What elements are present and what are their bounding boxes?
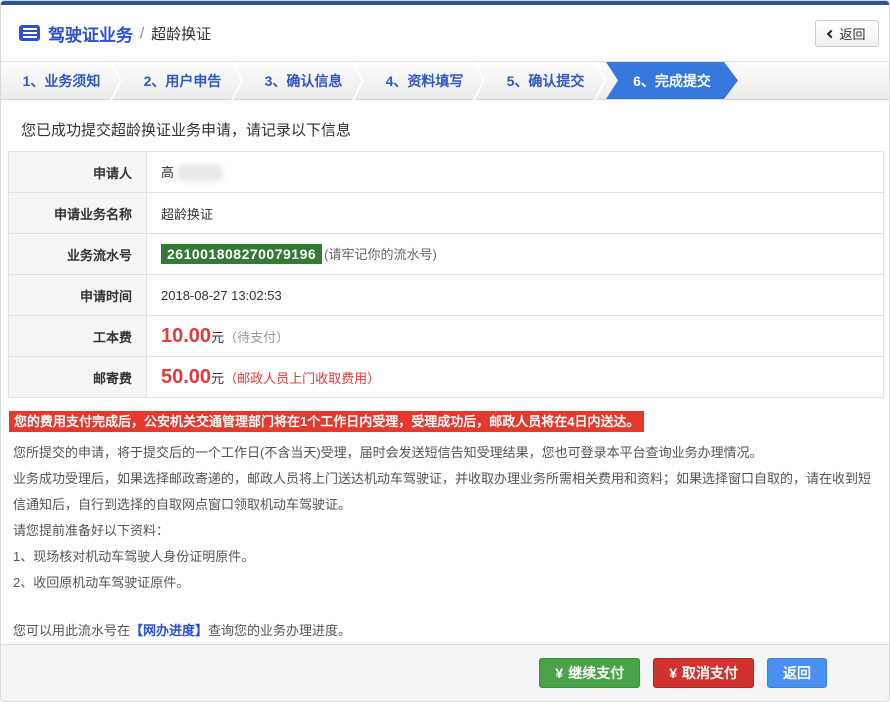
notice-paragraph-2: 业务成功受理后，如果选择邮政寄递的，邮政人员将上门送达机动车驾驶证，并收取办理业… bbox=[13, 466, 877, 518]
step-label: 1、业务须知 bbox=[23, 71, 101, 91]
notice-paragraph-1: 您所提交的申请，将于提交后的一个工作日(不含当天)受理，届时会发送短信告知受理结… bbox=[13, 440, 877, 466]
yen-icon: ¥ bbox=[555, 665, 563, 681]
back-button-top-label: 返回 bbox=[839, 24, 865, 43]
postage-fee-note: （邮政人员上门收取费用） bbox=[224, 371, 380, 386]
apply-time-label: 申请时间 bbox=[9, 275, 147, 316]
step-2-user-declaration: 2、用户申告 bbox=[122, 62, 243, 99]
table-row-production-fee: 工本费 10.00元（待支付） bbox=[9, 316, 884, 357]
table-row-serial-number: 业务流水号 261001808270079196(请牢记你的流水号) bbox=[9, 234, 884, 275]
yen-icon: ¥ bbox=[669, 665, 677, 681]
continue-pay-button[interactable]: ¥ 继续支付 bbox=[539, 658, 640, 688]
postage-fee-label: 邮寄费 bbox=[9, 357, 147, 398]
postage-fee-value: 50.00元（邮政人员上门收取费用） bbox=[147, 357, 884, 398]
step-separator bbox=[473, 81, 484, 100]
postage-fee-unit: 元 bbox=[211, 371, 224, 386]
application-info-table: 申请人 高 申请业务名称 超龄换证 业务流水号 2610018082700791… bbox=[8, 151, 884, 398]
serial-number-note: (请牢记你的流水号) bbox=[324, 247, 437, 262]
breadcrumb-current: 超龄换证 bbox=[151, 23, 211, 44]
page-header: 驾驶证业务 / 超龄换证 返回 bbox=[1, 5, 889, 61]
step-separator bbox=[352, 81, 363, 100]
production-fee-amount: 10.00 bbox=[161, 325, 211, 347]
postage-fee-amount: 50.00 bbox=[161, 366, 211, 388]
chevron-left-icon bbox=[827, 29, 835, 37]
back-button-bottom[interactable]: 返回 bbox=[767, 658, 827, 688]
step-separator bbox=[473, 62, 484, 81]
payment-alert-banner: 您的费用支付完成后，公安机关交通管理部门将在1个工作日内受理，受理成功后，邮政人… bbox=[9, 411, 644, 432]
page-title: 驾驶证业务 bbox=[48, 21, 133, 46]
back-button-bottom-label: 返回 bbox=[783, 663, 811, 683]
notice-paragraph-3: 请您提前准备好以下资料： bbox=[13, 518, 877, 544]
step-separator bbox=[352, 62, 363, 81]
notice-text-block: 您所提交的申请，将于提交后的一个工作日(不含当天)受理，届时会发送短信告知受理结… bbox=[1, 436, 889, 644]
footer-action-bar: ¥ 继续支付 ¥ 取消支付 返回 bbox=[1, 644, 889, 701]
step-4-fill-materials: 4、资料填写 bbox=[364, 62, 485, 99]
apply-time-value: 2018-08-27 13:02:53 bbox=[147, 275, 884, 316]
progress-query-line: 您可以用此流水号在【网办进度】查询您的业务办理进度。 bbox=[13, 618, 877, 644]
step-label: 2、用户申告 bbox=[144, 71, 222, 91]
notice-item-2: 2、收回原机动车驾驶证原件。 bbox=[13, 570, 877, 596]
step-label: 5、确认提交 bbox=[507, 71, 585, 91]
progress-link[interactable]: 【网办进度】 bbox=[130, 623, 208, 638]
production-fee-note: （待支付） bbox=[224, 330, 289, 345]
list-icon bbox=[19, 25, 40, 41]
applicant-label: 申请人 bbox=[9, 152, 147, 193]
step-separator bbox=[110, 62, 121, 81]
applicant-name-redacted bbox=[176, 164, 224, 182]
production-fee-label: 工本费 bbox=[9, 316, 147, 357]
serial-number-value: 261001808270079196(请牢记你的流水号) bbox=[147, 234, 884, 275]
production-fee-value: 10.00元（待支付） bbox=[147, 316, 884, 357]
step-separator bbox=[594, 81, 605, 100]
alert-wrapper: 您的费用支付完成后，公安机关交通管理部门将在1个工作日内受理，受理成功后，邮政人… bbox=[9, 411, 889, 432]
cancel-pay-button[interactable]: ¥ 取消支付 bbox=[653, 658, 754, 688]
business-name-label: 申请业务名称 bbox=[9, 193, 147, 234]
back-button-top[interactable]: 返回 bbox=[815, 20, 879, 47]
step-label: 6、完成提交 bbox=[633, 71, 711, 91]
table-row-business-name: 申请业务名称 超龄换证 bbox=[9, 193, 884, 234]
step-1-business-notice: 1、业务须知 bbox=[1, 62, 122, 99]
serial-number-label: 业务流水号 bbox=[9, 234, 147, 275]
page-card: 驾驶证业务 / 超龄换证 返回 1、业务须知 2、用户申告 3、确认信息 4、资… bbox=[0, 0, 890, 702]
step-label: 4、资料填写 bbox=[386, 71, 464, 91]
table-row-applicant: 申请人 高 bbox=[9, 152, 884, 193]
continue-pay-label: 继续支付 bbox=[568, 663, 624, 683]
step-5-confirm-submit: 5、确认提交 bbox=[485, 62, 606, 99]
serial-number-badge: 261001808270079196 bbox=[161, 244, 322, 264]
step-3-confirm-info: 3、确认信息 bbox=[243, 62, 364, 99]
step-wizard: 1、业务须知 2、用户申告 3、确认信息 4、资料填写 5、确认提交 6、完成提… bbox=[1, 61, 889, 100]
breadcrumb-separator: / bbox=[140, 25, 144, 42]
step-label: 3、确认信息 bbox=[265, 71, 343, 91]
table-row-postage-fee: 邮寄费 50.00元（邮政人员上门收取费用） bbox=[9, 357, 884, 398]
applicant-value: 高 bbox=[147, 152, 884, 193]
step-separator bbox=[231, 62, 242, 81]
progress-prefix: 您可以用此流水号在 bbox=[13, 623, 130, 638]
step-separator bbox=[110, 81, 121, 100]
step-separator bbox=[594, 62, 605, 81]
notice-item-1: 1、现场核对机动车驾驶人身份证明原件。 bbox=[13, 544, 877, 570]
step-separator bbox=[231, 81, 242, 100]
success-message: 您已成功提交超龄换证业务申请，请记录以下信息 bbox=[21, 119, 889, 140]
step-6-complete-submit-active: 6、完成提交 bbox=[606, 62, 738, 99]
progress-suffix: 查询您的业务办理进度。 bbox=[208, 623, 351, 638]
production-fee-unit: 元 bbox=[211, 330, 224, 345]
cancel-pay-label: 取消支付 bbox=[682, 663, 738, 683]
table-row-apply-time: 申请时间 2018-08-27 13:02:53 bbox=[9, 275, 884, 316]
applicant-name: 高 bbox=[161, 165, 174, 180]
business-name-value: 超龄换证 bbox=[147, 193, 884, 234]
